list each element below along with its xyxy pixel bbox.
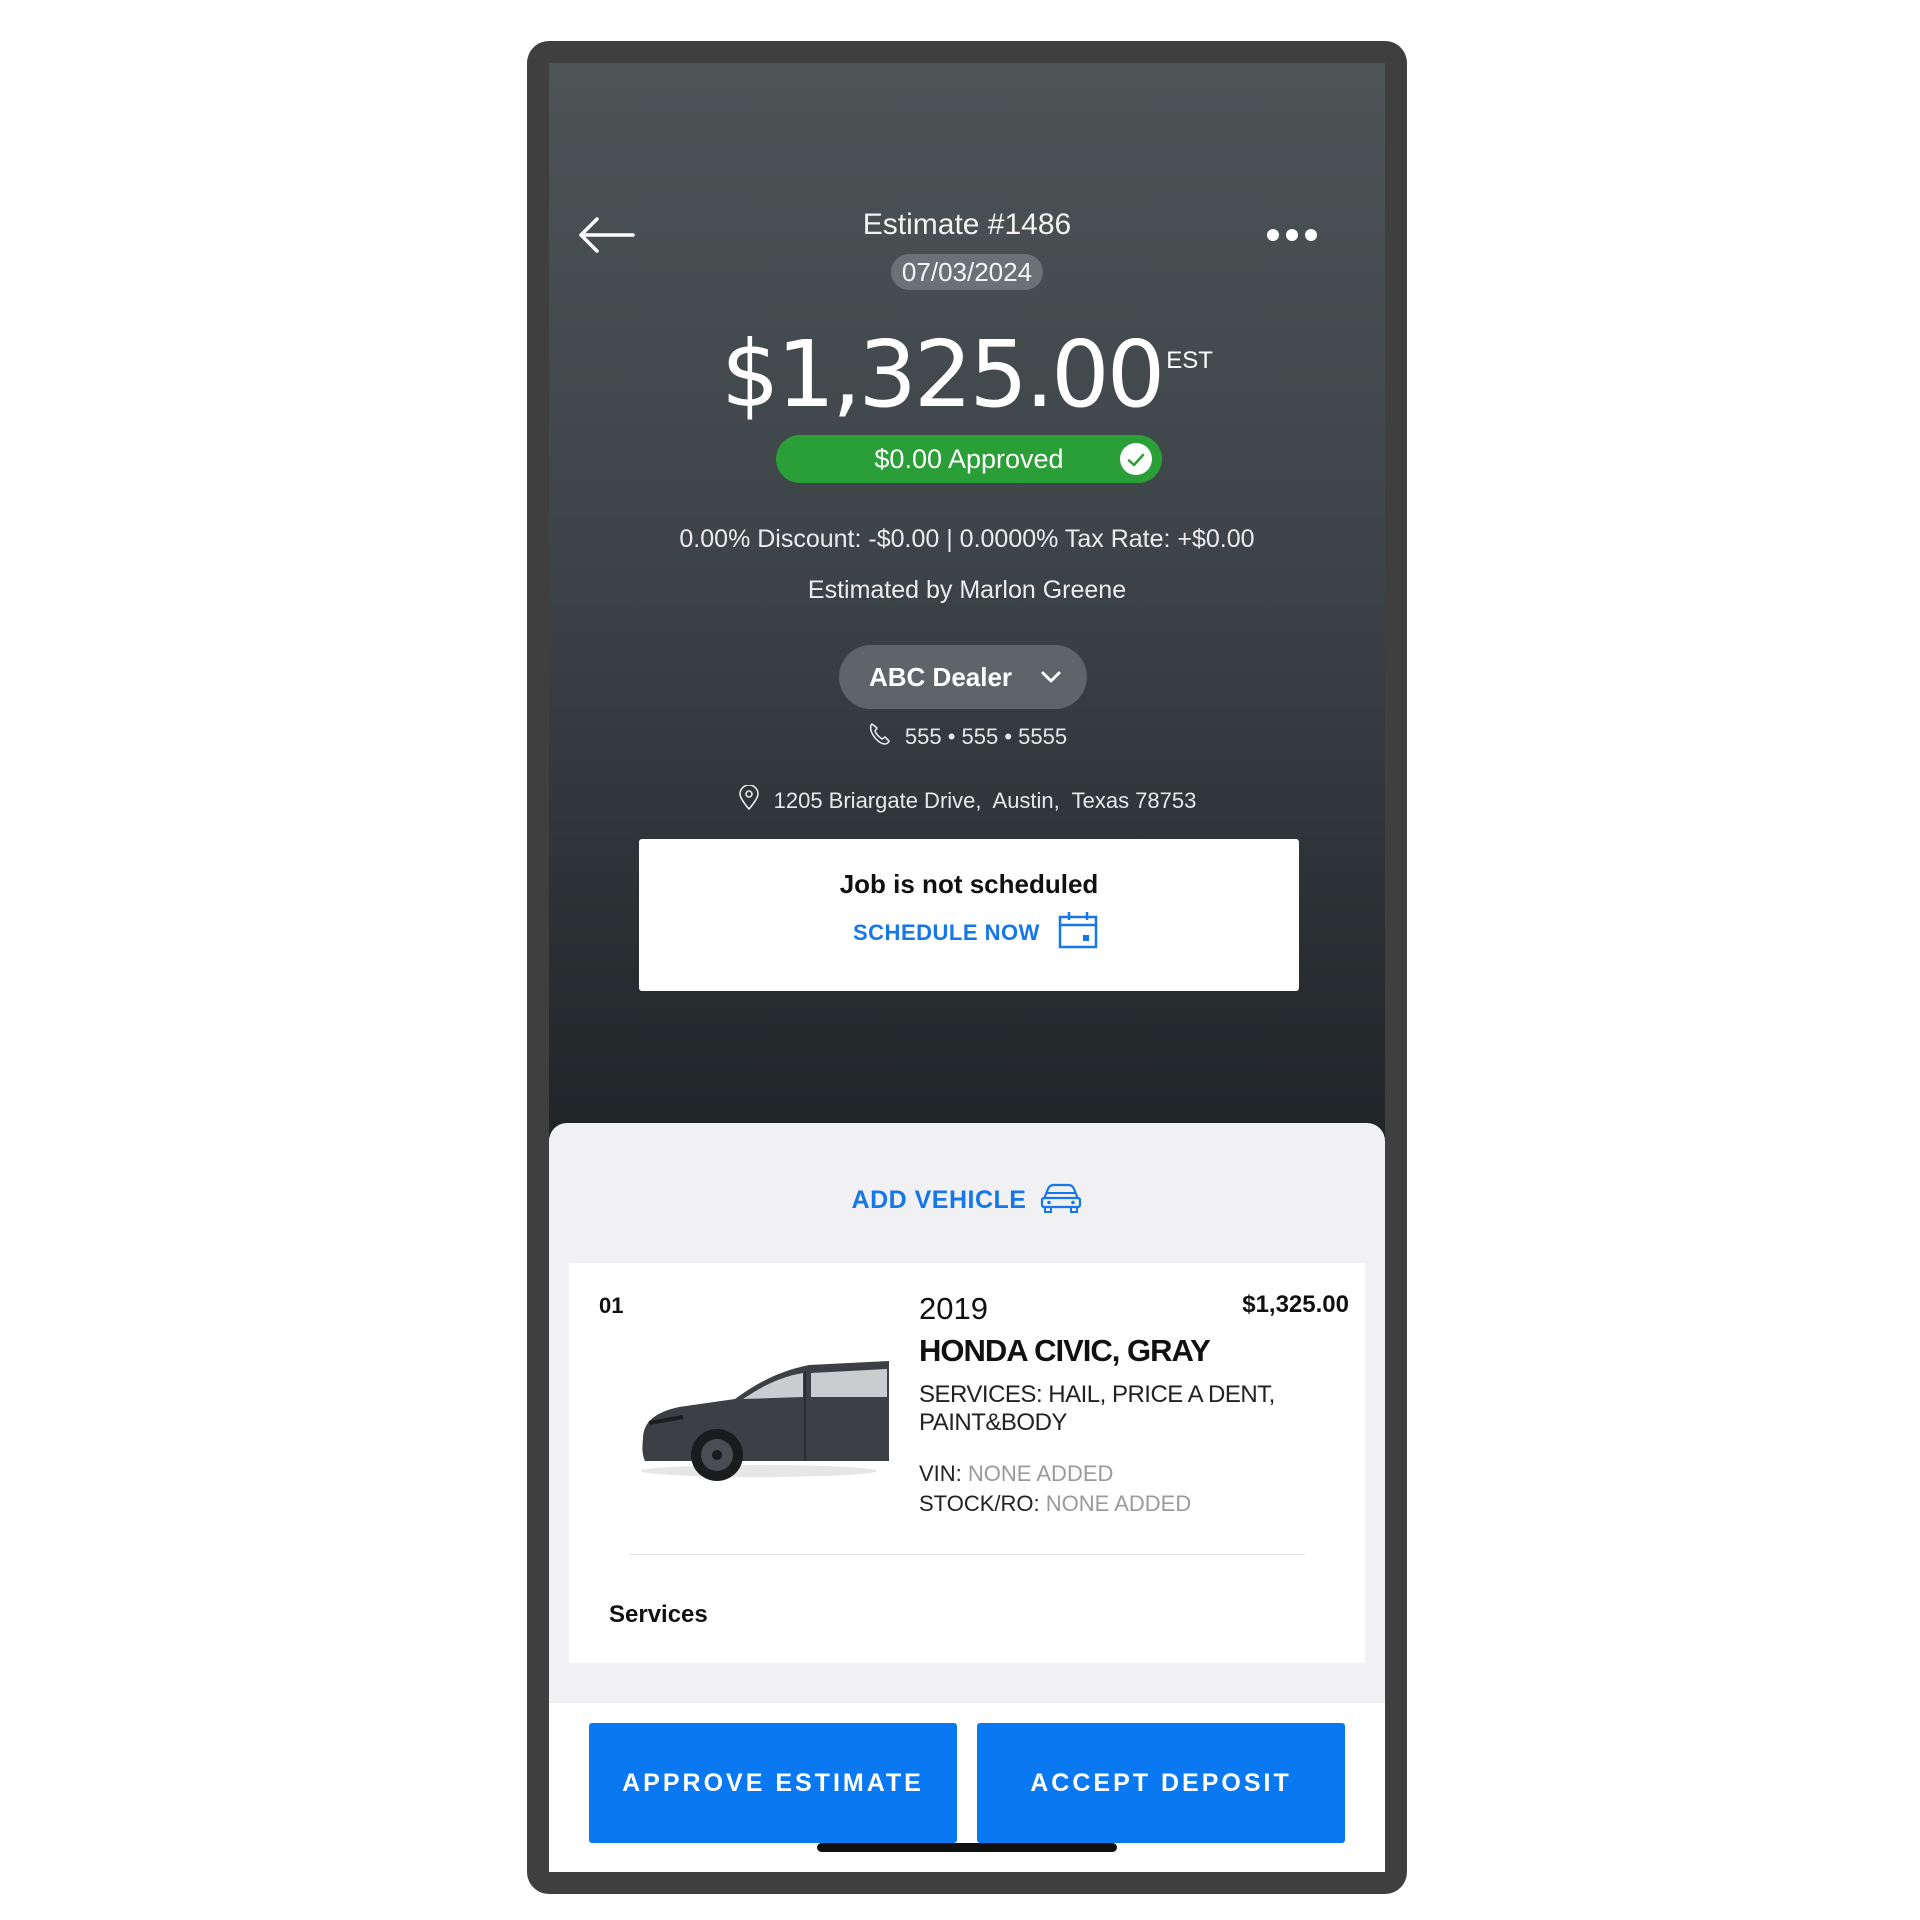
- estimate-total: $1,325.00 EST: [549, 325, 1385, 425]
- calendar-icon: [1058, 911, 1098, 955]
- divider: [629, 1554, 1305, 1555]
- schedule-card: Job is not scheduled SCHEDULE NOW: [639, 839, 1299, 991]
- home-indicator[interactable]: [817, 1843, 1117, 1852]
- add-vehicle-button[interactable]: ADD VEHICLE: [549, 1181, 1385, 1220]
- vehicle-year: 2019: [919, 1291, 988, 1326]
- dealer-address-text: 1205 Briargate Drive, Austin, Texas 7875…: [773, 788, 1197, 813]
- vehicle-stock: STOCK/RO: NONE ADDED: [919, 1491, 1191, 1517]
- dealer-name: ABC Dealer: [869, 661, 1013, 692]
- vehicle-index: 01: [599, 1293, 624, 1318]
- phone-frame: Estimate #1486 07/03/2024 $1,325.00 EST …: [527, 41, 1407, 1894]
- location-pin-icon: [738, 784, 760, 817]
- check-icon: [1120, 443, 1152, 475]
- vehicle-card[interactable]: 01 $1,325.00 2019 HONDA CIVIC, GRAY SERV…: [569, 1263, 1365, 1663]
- dealer-phone-number: 555 • 555 • 5555: [904, 724, 1068, 749]
- services-section-title: Services: [609, 1601, 708, 1628]
- approved-status-bar: $0.00 Approved: [776, 435, 1162, 483]
- schedule-status: Job is not scheduled: [839, 869, 1099, 899]
- vehicle-name: HONDA CIVIC, GRAY: [919, 1333, 1211, 1368]
- discount-tax-line: 0.00% Discount: -$0.00 | 0.0000% Tax Rat…: [679, 525, 1255, 553]
- schedule-now-label: SCHEDULE NOW: [853, 920, 1040, 945]
- total-amount: $1,325.00: [721, 321, 1165, 428]
- dealer-dropdown[interactable]: ABC Dealer: [839, 645, 1087, 709]
- estimate-title: Estimate #1486: [862, 208, 1072, 241]
- phone-icon: [867, 721, 893, 753]
- estimate-date-badge: 07/03/2024: [891, 254, 1043, 290]
- dealer-phone[interactable]: 555 • 555 • 5555: [549, 721, 1385, 753]
- estimated-by: Estimated by Marlon Greene: [807, 576, 1127, 604]
- app-screen: Estimate #1486 07/03/2024 $1,325.00 EST …: [549, 63, 1385, 1872]
- vin-label: VIN:: [919, 1461, 962, 1486]
- stock-value: NONE ADDED: [1045, 1491, 1192, 1516]
- schedule-now-button[interactable]: SCHEDULE NOW: [853, 911, 1098, 955]
- approved-amount-label: $0.00 Approved: [874, 444, 1064, 474]
- estimate-header: Estimate #1486 07/03/2024 $1,325.00 EST …: [549, 63, 1385, 1163]
- vin-value: NONE ADDED: [967, 1461, 1114, 1486]
- vehicle-services: SERVICES: HAIL, PRICE A DENT, PAINT&BODY: [919, 1381, 1275, 1436]
- stock-label: STOCK/RO:: [919, 1491, 1040, 1516]
- add-vehicle-label: ADD VEHICLE: [851, 1186, 1027, 1214]
- approve-estimate-button[interactable]: APPROVE ESTIMATE: [589, 1723, 957, 1843]
- dealer-address[interactable]: 1205 Briargate Drive, Austin, Texas 7875…: [549, 784, 1385, 817]
- vehicle-image: [639, 1343, 889, 1483]
- chevron-down-icon: [1039, 665, 1063, 696]
- car-icon: [1040, 1181, 1082, 1220]
- accept-deposit-button[interactable]: ACCEPT DEPOSIT: [977, 1723, 1345, 1843]
- vehicle-vin: VIN: NONE ADDED: [919, 1461, 1113, 1487]
- total-amount-suffix: EST: [1166, 347, 1213, 374]
- vehicle-price: $1,325.00: [1242, 1291, 1349, 1318]
- vehicles-sheet: ADD VEHICLE 01 $1,325.00 2019 HONDA CIVI…: [549, 1123, 1385, 1872]
